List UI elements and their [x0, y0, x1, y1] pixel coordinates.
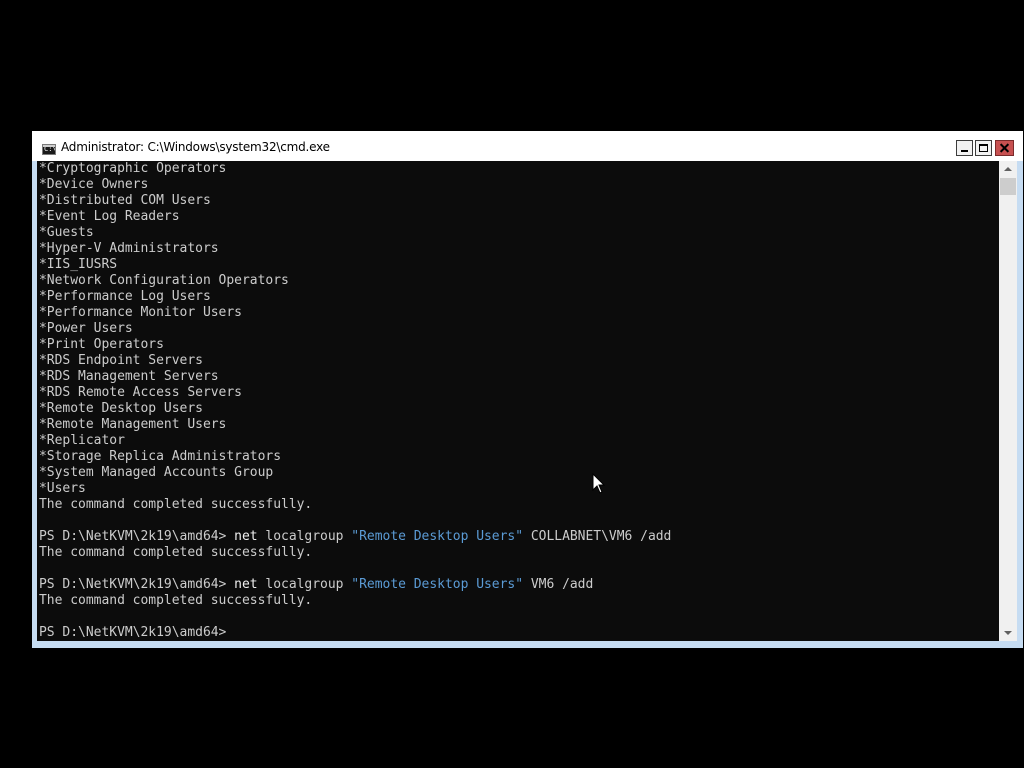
console-text-segment: *Performance Log Users: [39, 289, 211, 304]
console-line: PS D:\NetKVM\2k19\amd64> net localgroup …: [39, 529, 671, 545]
console-line: *Event Log Readers: [39, 209, 671, 225]
console-text-segment: COLLABNET\VM6 /add: [523, 529, 672, 544]
console-text-segment: *Device Owners: [39, 177, 149, 192]
console-text-segment: *Remote Management Users: [39, 417, 227, 432]
console-line: PS D:\NetKVM\2k19\amd64>: [39, 625, 671, 641]
console-text: *Cryptographic Operators *Device Owners *D…: [39, 161, 671, 641]
console-text-segment: *Distributed COM Users: [39, 193, 211, 208]
scrollbar-thumb[interactable]: [1000, 178, 1016, 195]
console-line: *Users: [39, 481, 671, 497]
console-line: *RDS Management Servers: [39, 369, 671, 385]
console-text-segment: *Remote Desktop Users: [39, 401, 203, 416]
console-line: PS D:\NetKVM\2k19\amd64> net localgroup …: [39, 577, 671, 593]
console-text-segment: PS D:\NetKVM\2k19\amd64>: [39, 577, 235, 592]
console-text-segment: PS D:\NetKVM\2k19\amd64>: [39, 529, 235, 544]
close-button[interactable]: [995, 140, 1014, 156]
console-text-segment: localgroup: [257, 529, 352, 544]
console-text-segment: *RDS Remote Access Servers: [39, 385, 242, 400]
console-text-segment: *Replicator: [39, 433, 125, 448]
console-text-segment: localgroup: [257, 577, 352, 592]
console-line: *Power Users: [39, 321, 671, 337]
scroll-up-arrow-icon[interactable]: [999, 161, 1017, 177]
console-line: The command completed successfully.: [39, 497, 671, 513]
console-line: *Remote Management Users: [39, 417, 671, 433]
console-line: The command completed successfully.: [39, 545, 671, 561]
console-line: *Performance Log Users: [39, 289, 671, 305]
console-line: *Network Configuration Operators: [39, 273, 671, 289]
console-text-segment: *Network Configuration Operators: [39, 273, 289, 288]
console-command: net: [234, 529, 258, 544]
console-text-segment: *Print Operators: [39, 337, 164, 352]
console-line: *Print Operators: [39, 337, 671, 353]
console-line: *RDS Remote Access Servers: [39, 385, 671, 401]
console-line: *Performance Monitor Users: [39, 305, 671, 321]
console-line: *Replicator: [39, 433, 671, 449]
console-line: *IIS_IUSRS: [39, 257, 671, 273]
console-text-segment: *Hyper-V Administrators: [39, 241, 219, 256]
console-string: "Remote Desktop Users": [351, 577, 524, 592]
console-window: C:\ Administrator: C:\Windows\system32\c…: [32, 131, 1023, 648]
console-line: *Cryptographic Operators: [39, 161, 671, 177]
console-line: *Remote Desktop Users: [39, 401, 671, 417]
console-text-segment: *Performance Monitor Users: [39, 305, 242, 320]
console-line: *Guests: [39, 225, 671, 241]
cmd-icon[interactable]: C:\: [42, 144, 56, 155]
vertical-scrollbar[interactable]: [999, 161, 1017, 641]
console-line: *Device Owners: [39, 177, 671, 193]
console-text-segment: *System Managed Accounts Group: [39, 465, 274, 480]
scroll-down-arrow-icon[interactable]: [999, 625, 1017, 641]
console-output[interactable]: *Cryptographic Operators *Device Owners *D…: [37, 161, 999, 641]
console-command: net: [234, 577, 258, 592]
console-line: *RDS Endpoint Servers: [39, 353, 671, 369]
console-text-segment: The command completed successfully.: [39, 593, 313, 608]
console-text-segment: *Users: [39, 481, 86, 496]
console-line: *Storage Replica Administrators: [39, 449, 671, 465]
console-text-segment: *RDS Management Servers: [39, 369, 219, 384]
console-line: *Hyper-V Administrators: [39, 241, 671, 257]
console-line: *Distributed COM Users: [39, 193, 671, 209]
console-text-segment: *Event Log Readers: [39, 209, 180, 224]
minimize-button[interactable]: [956, 140, 973, 156]
title-bar[interactable]: C:\ Administrator: C:\Windows\system32\c…: [32, 131, 1023, 161]
console-text-segment: *Power Users: [39, 321, 133, 336]
console-string: "Remote Desktop Users": [351, 529, 524, 544]
console-text-segment: *IIS_IUSRS: [39, 257, 118, 272]
console-line: *System Managed Accounts Group: [39, 465, 671, 481]
console-text-segment: *Guests: [39, 225, 94, 240]
console-text-segment: The command completed successfully.: [39, 497, 313, 512]
console-text-segment: The command completed successfully.: [39, 545, 313, 560]
console-text-segment: *Storage Replica Administrators: [39, 449, 282, 464]
maximize-button[interactable]: [975, 140, 992, 156]
console-text-segment: VM6 /add: [523, 577, 594, 592]
console-line: The command completed successfully.: [39, 593, 671, 609]
window-title: Administrator: C:\Windows\system32\cmd.e…: [61, 140, 330, 154]
console-text-segment: *Cryptographic Operators: [39, 161, 227, 176]
console-text-segment: PS D:\NetKVM\2k19\amd64>: [39, 625, 227, 640]
mouse-pointer-icon: [592, 473, 606, 494]
console-text-segment: *RDS Endpoint Servers: [39, 353, 203, 368]
